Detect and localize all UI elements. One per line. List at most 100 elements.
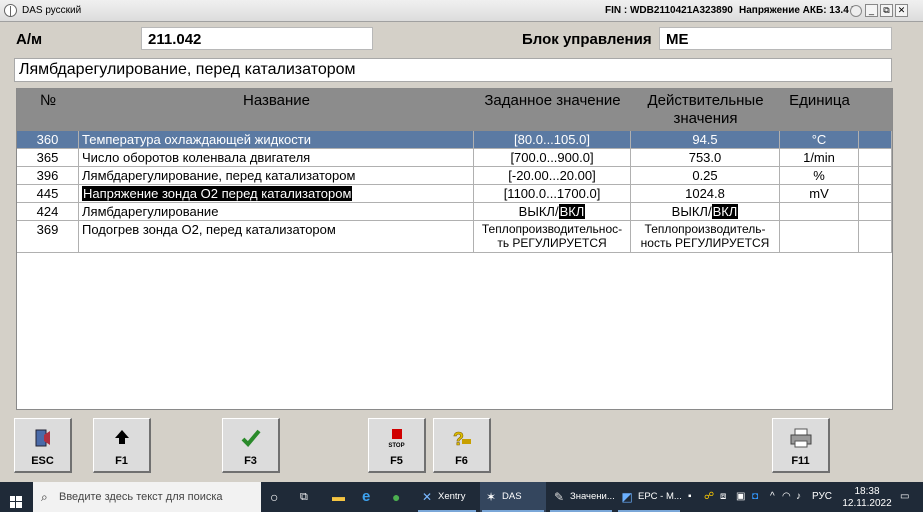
function-title: Лямбдарегулирование, перед катализатором [14,58,892,82]
row-actual: ВЫКЛ/ВКЛ [631,203,780,220]
language-indicator[interactable]: РУС [812,482,834,512]
table-row[interactable]: 396 Лямбдарегулирование, перед катализат… [17,167,892,185]
table-row[interactable]: 369 Подогрев зонда O2, перед катализатор… [17,221,892,253]
row-spec: [1100.0...1700.0] [474,185,631,202]
col-header-actual: Действительные значения [631,92,780,128]
tray-cable-icon[interactable]: ☍ [704,482,716,512]
f11-button[interactable]: F11 [772,418,830,473]
checkmark-icon [223,427,278,451]
f5-button[interactable]: STOP F5 [368,418,426,473]
row-name: Лямбдарегулирование [79,203,474,220]
windows-start-icon[interactable] [10,491,22,508]
title-bar: DAS русский FIN : WDB2110421A323890 Напр… [0,0,923,22]
esc-caption: ESC [31,455,54,467]
row-name: Температура охлаждающей жидкости [79,131,474,148]
table-row[interactable]: 445 Напряжение зонда O2 перед катализато… [17,185,892,203]
f6-caption: F6 [455,455,468,467]
row-extra [859,131,892,148]
table-row[interactable]: 424 Лямбдарегулирование ВЫКЛ/ВКЛ ВЫКЛ/ВК… [17,203,892,221]
tray-network-adapter-icon[interactable]: ⧈ [720,482,732,512]
vehicle-label: А/м [16,31,43,48]
taskbar-app-epc[interactable]: ◩ EPC - M... [616,482,682,512]
clock-time: 18:38 [854,486,880,497]
torrent-icon[interactable]: ● [392,482,408,512]
row-spec: [-20.00...20.00] [474,167,631,184]
f1-caption: F1 [115,455,128,467]
actual-line2: ность РЕГУЛИРУЕТСЯ [640,236,770,250]
mercedes-star-icon: ✶ [485,490,497,504]
table-row[interactable]: 360 Температура охлаждающей жидкости [80… [17,131,892,149]
status-circle-icon [850,5,862,17]
col-header-actual-line2: значения [673,110,738,127]
taskbar-app-das[interactable]: ✶ DAS рус... [480,482,546,512]
actual-off-label: ВЫКЛ/ [671,204,712,219]
row-num: 445 [17,185,79,202]
row-actual: 94.5 [631,131,780,148]
tray-device-icon[interactable]: ▣ [736,482,748,512]
tray-expand-icon[interactable]: ^ [770,482,780,512]
clock-date: 12.11.2022 [842,498,892,509]
actual-on-label: ВКЛ [711,204,739,219]
ecu-field: ME [659,27,892,50]
row-actual: 0.25 [631,167,780,184]
battery-voltage: Напряжение АКБ: 13.4 V [739,5,859,16]
f3-button[interactable]: F3 [222,418,280,473]
f5-caption: F5 [390,455,403,467]
window-title: DAS русский [22,5,82,16]
taskbar-app-label: Xentry [438,491,466,502]
taskbar-app-values[interactable]: ✎ Значени... [548,482,615,512]
f1-button[interactable]: F1 [93,418,151,473]
actual-line1: Теплопроизводитель- [644,222,766,236]
row-name-highlighted: Напряжение зонда O2 перед катализатором [82,186,353,201]
vehicle-field: 211.042 [141,27,373,50]
vin-display: FIN : WDB2110421A323890 [605,5,733,16]
edge-icon[interactable]: e [362,482,378,512]
row-extra [859,221,892,252]
tray-monitor-icon[interactable]: ◘ [752,482,764,512]
clock[interactable]: 18:38 12.11.2022 [840,486,894,512]
arrow-up-icon [94,427,149,451]
row-num: 360 [17,131,79,148]
cortana-icon[interactable]: ○ [270,482,286,512]
col-header-unit: Единица [789,92,850,109]
notifications-icon[interactable]: ▭ [900,482,916,512]
volume-icon[interactable]: ♪ [796,482,808,512]
values-app-icon: ✎ [553,490,565,504]
stop-icon-label: STOP [388,443,405,449]
tray-app-icon[interactable]: ▪ [688,482,700,512]
minimize-button[interactable]: _ [865,4,878,17]
wifi-icon[interactable]: ◠ [782,482,794,512]
row-num: 424 [17,203,79,220]
row-actual: Теплопроизводитель- ность РЕГУЛИРУЕТСЯ [631,221,780,252]
row-unit: mV [780,185,859,202]
f6-button[interactable]: ? F6 [433,418,491,473]
f3-caption: F3 [244,455,257,467]
table-row[interactable]: 365 Число оборотов коленвала двигателя [… [17,149,892,167]
row-name: Подогрев зонда O2, перед катализатором [79,221,474,252]
taskbar-app-label: Значени... [570,491,615,502]
spec-line1: Теплопроизводительнос- [481,222,623,236]
row-unit: °C [780,131,859,148]
row-unit [780,221,859,252]
row-num: 396 [17,167,79,184]
windows-taskbar: Введите здесь текст для поиска ⌕ ○ ⧉ ▬ e… [0,482,923,512]
row-unit: % [780,167,859,184]
row-unit: 1/min [780,149,859,166]
spec-line2: ть РЕГУЛИРУЕТСЯ [497,236,607,250]
close-button[interactable]: ✕ [895,4,908,17]
maximize-button[interactable]: ⧉ [880,4,893,17]
taskbar-app-xentry[interactable]: ✕ Xentry [416,482,478,512]
table-header: № Название Заданное значение Действитель… [17,89,892,131]
row-name: Число оборотов коленвала двигателя [79,149,474,166]
row-spec: [80.0...105.0] [474,131,631,148]
task-view-icon[interactable]: ⧉ [300,482,316,512]
exit-door-icon [15,427,70,451]
esc-button[interactable]: ESC [14,418,72,473]
col-header-name: Название [242,92,311,109]
file-explorer-icon[interactable]: ▬ [332,482,348,512]
row-spec: [700.0...900.0] [474,149,631,166]
row-actual: 753.0 [631,149,780,166]
ecu-label: Блок управления [522,31,652,48]
taskbar-search-input[interactable]: Введите здесь текст для поиска [33,482,261,512]
xentry-icon: ✕ [421,490,433,504]
